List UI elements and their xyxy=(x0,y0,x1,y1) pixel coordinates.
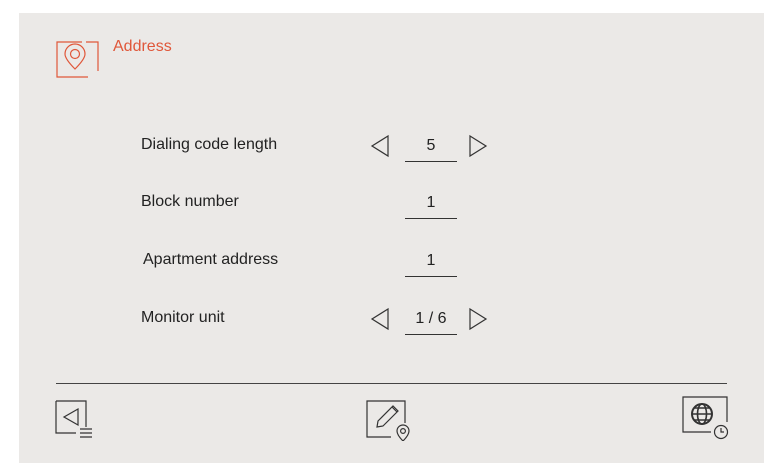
previous-monitor-unit-button[interactable] xyxy=(369,307,391,331)
date-time-settings-button[interactable] xyxy=(681,394,729,440)
monitor-unit-label: Monitor unit xyxy=(141,309,225,326)
dialing-code-length-value[interactable]: 5 xyxy=(405,131,457,162)
decrease-dialing-code-length-button[interactable] xyxy=(369,134,391,158)
edit-location-icon xyxy=(366,400,410,442)
location-pin-icon xyxy=(54,39,102,79)
edit-location-button[interactable] xyxy=(365,397,413,442)
globe-clock-icon xyxy=(682,396,729,440)
back-button[interactable] xyxy=(54,399,102,441)
increase-dialing-code-length-button[interactable] xyxy=(467,134,489,158)
page-title: Address xyxy=(113,38,172,55)
address-settings-screen: Address Dialing code length 5 Block numb… xyxy=(19,13,764,463)
apartment-address-row: Apartment address 1 xyxy=(19,246,764,277)
block-number-label: Block number xyxy=(141,193,239,210)
dialing-code-length-row: Dialing code length 5 xyxy=(19,131,764,162)
monitor-unit-value[interactable]: 1 / 6 xyxy=(405,304,457,335)
apartment-address-label: Apartment address xyxy=(143,251,279,268)
footer-divider xyxy=(56,383,727,385)
block-number-value[interactable]: 1 xyxy=(405,188,457,219)
apartment-address-value[interactable]: 1 xyxy=(405,246,457,277)
dialing-code-length-label: Dialing code length xyxy=(141,136,278,153)
monitor-unit-row: Monitor unit 1 / 6 xyxy=(19,304,764,335)
block-number-row: Block number 1 xyxy=(19,188,764,219)
back-list-icon xyxy=(55,400,92,438)
next-monitor-unit-button[interactable] xyxy=(467,307,489,331)
